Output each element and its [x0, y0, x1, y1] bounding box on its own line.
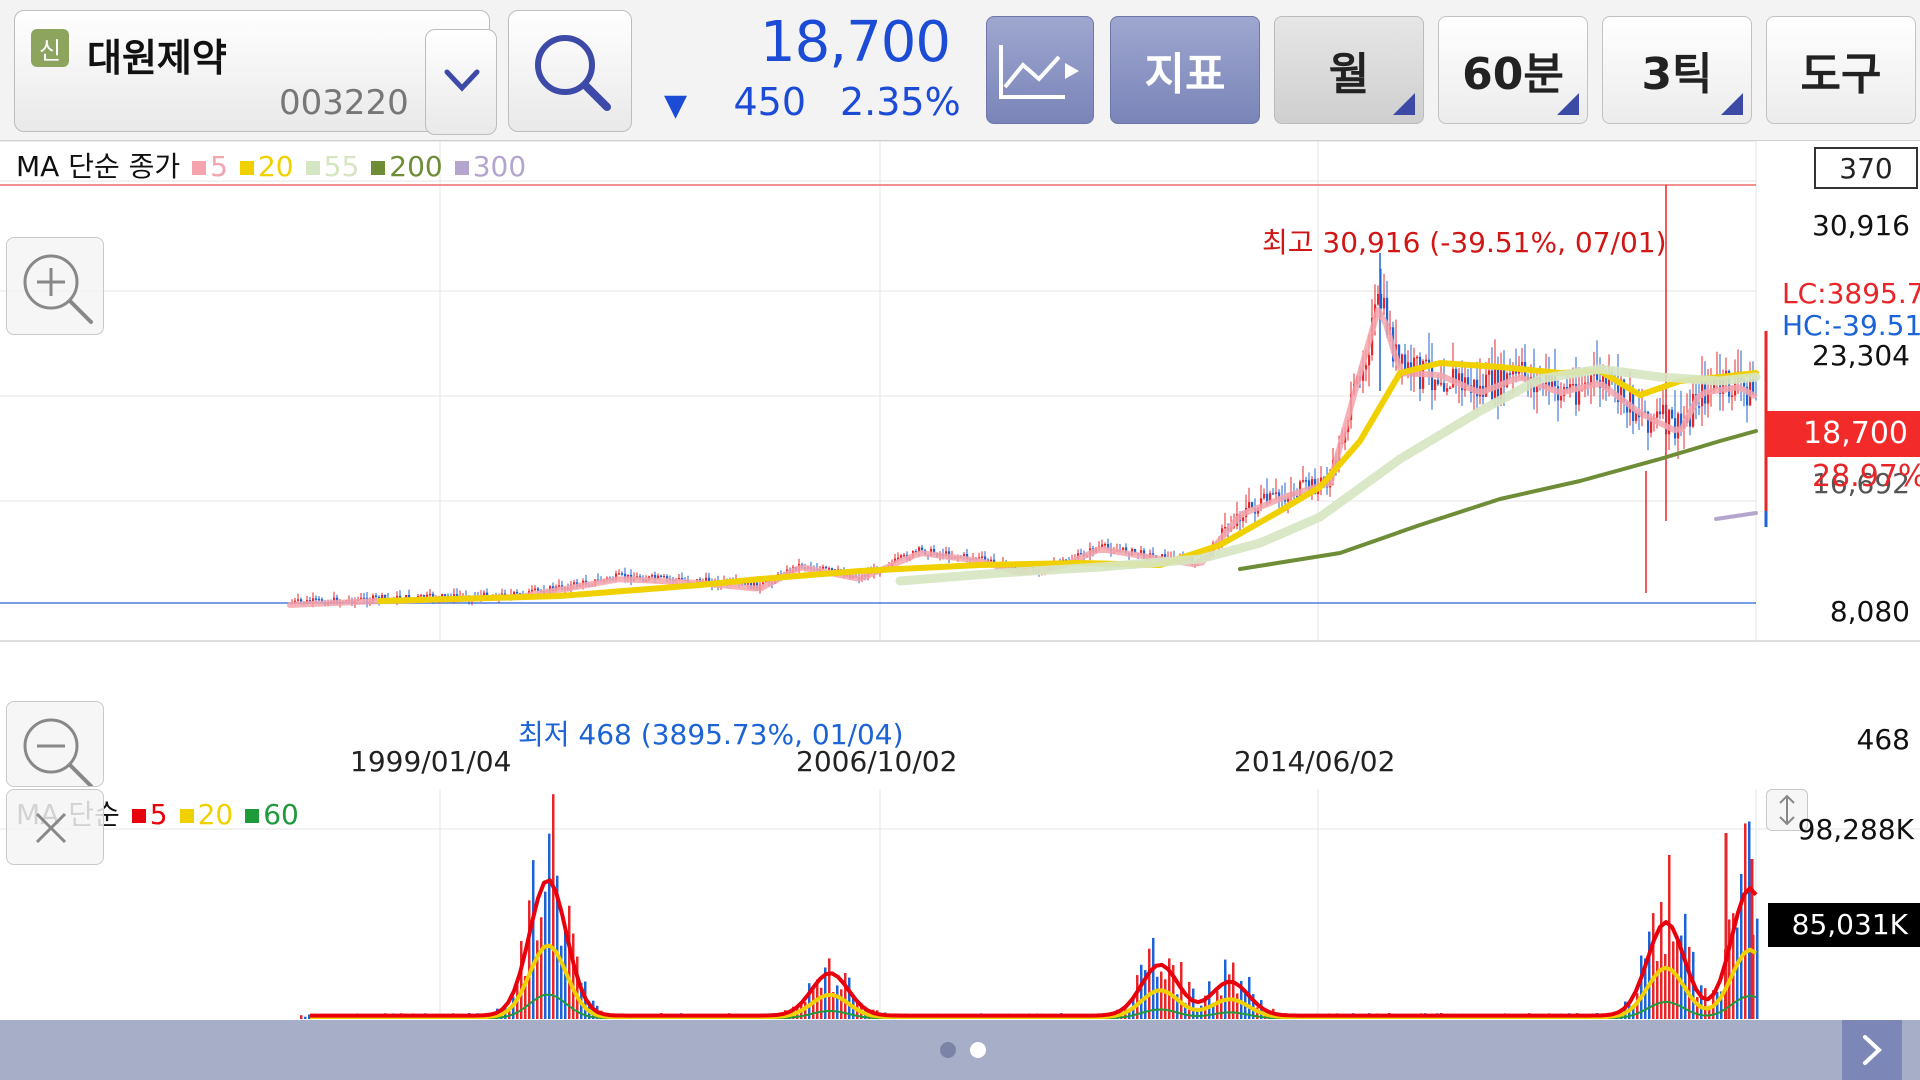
indicator-button[interactable]: 지표	[1110, 16, 1260, 124]
tick-3-label: 3틱	[1641, 49, 1713, 100]
volume-ma-legend-swatch	[131, 809, 146, 823]
y-axis-label: 23,304	[1812, 339, 1910, 372]
page-dot[interactable]	[940, 1042, 956, 1058]
stock-dropdown-button[interactable]	[425, 29, 497, 135]
price-ma-legend: MA 단순 종가 5 20 55 200 300	[16, 145, 526, 185]
current-volume-tag: 85,031K	[1768, 903, 1920, 947]
next-page-button[interactable]	[1842, 1020, 1902, 1080]
x-axis-label: 2014/06/02	[1234, 745, 1396, 778]
price-ma-legend-swatch	[239, 161, 254, 175]
down-arrow-icon: ▼	[664, 88, 688, 123]
hc-label: HC:-39.51	[1782, 309, 1920, 342]
price-chart[interactable]: MA 단순 종가 5 20 55 200 300 370 30,916 23,304 16…	[0, 141, 1920, 788]
zoom-in-button[interactable]	[6, 237, 104, 335]
period-month-label: 월	[1328, 49, 1370, 100]
x-axis-label: 1999/01/04	[350, 745, 512, 778]
volume-chart[interactable]: MA 단순52060 98,288K 85,031K	[0, 789, 1920, 1019]
x-axis-label: 2006/10/02	[796, 745, 958, 778]
period-60min-button[interactable]: 60분	[1438, 16, 1588, 124]
current-rate-label: 28.97%	[1812, 459, 1920, 494]
search-button[interactable]	[508, 10, 632, 132]
close-icon	[35, 812, 67, 844]
volume-axis-label: 98,288K	[1797, 813, 1914, 846]
lc-label: LC:3895.73	[1782, 277, 1920, 310]
zoom-out-icon	[23, 718, 93, 786]
dropdown-corner-icon	[1393, 93, 1415, 115]
search-icon	[535, 35, 611, 111]
toolbar: 신 대원제약 003220 18,700 ▼ 450 2.35% 지표 월 60…	[0, 0, 1920, 141]
stock-code: 003220	[279, 83, 409, 123]
page-dot-active[interactable]	[970, 1042, 986, 1058]
tools-button[interactable]: 도구	[1766, 16, 1916, 124]
price-ma-legend-swatch	[454, 161, 469, 175]
price-change-rate: 2.35%	[840, 80, 961, 124]
price-ma-legend-swatch	[305, 161, 320, 175]
page-indicator-bar	[0, 1020, 1920, 1080]
stock-name: 대원제약	[87, 36, 227, 80]
price-ma-legend-swatch	[192, 161, 207, 175]
chevron-right-icon	[1863, 1035, 1882, 1065]
zoom-in-icon	[23, 254, 93, 324]
close-panel-button[interactable]	[6, 789, 104, 865]
dropdown-corner-icon	[1557, 93, 1579, 115]
line-chart-icon	[999, 45, 1079, 99]
volume-ma-legend-item: 20	[197, 798, 234, 831]
price-ma-legend-title: MA 단순 종가	[16, 150, 181, 183]
chart-type-button[interactable]	[986, 16, 1094, 124]
volume-ma-legend-item: 60	[263, 798, 299, 831]
credit-badge: 신	[31, 29, 69, 67]
price-ma-legend-item: 300	[472, 150, 527, 183]
price-ma-legend-item: 5	[210, 150, 228, 183]
y-axis-label: 30,916	[1812, 209, 1910, 242]
period-60min-label: 60분	[1462, 49, 1564, 100]
zoom-out-button[interactable]	[6, 701, 104, 787]
data-count-box[interactable]: 370	[1814, 147, 1918, 189]
price-ma-legend-item: 20	[257, 150, 294, 183]
price-change: 450	[733, 80, 806, 124]
volume-ma-legend-item: 5	[149, 798, 168, 831]
high-price-label: 최고 30,916 (-39.51%, 07/01)	[1262, 226, 1667, 259]
tick-3-button[interactable]: 3틱	[1602, 16, 1752, 124]
period-month-button[interactable]: 월	[1274, 16, 1424, 124]
chevron-down-icon	[444, 69, 480, 92]
y-axis-label: 8,080	[1829, 595, 1910, 628]
current-price: 18,700	[760, 10, 951, 75]
current-price-tag: 18,700	[1766, 411, 1920, 457]
volume-ma-legend-swatch	[245, 809, 260, 823]
price-ma-legend-item: 200	[389, 150, 443, 183]
stock-selector[interactable]: 신 대원제약 003220	[14, 10, 497, 135]
volume-ma-legend-swatch	[179, 809, 194, 823]
price-ma-legend-swatch	[371, 161, 386, 175]
price-ma-legend-item: 55	[323, 150, 360, 183]
dropdown-corner-icon	[1721, 93, 1743, 115]
y-axis-label: 468	[1856, 723, 1910, 756]
